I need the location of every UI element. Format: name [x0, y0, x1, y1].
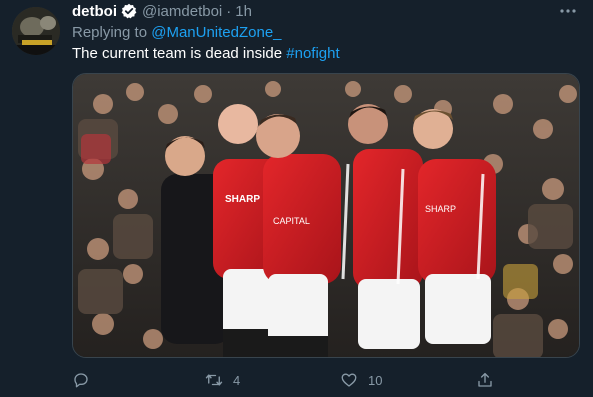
heart-icon	[341, 373, 357, 387]
more-options-icon[interactable]	[556, 2, 580, 20]
share-icon	[478, 372, 492, 387]
reply-icon	[74, 373, 88, 388]
tweet-photo[interactable]: CAPITAL SHARP SHARP	[72, 73, 580, 358]
retweet-button[interactable]: 4	[205, 368, 240, 392]
retweet-count: 4	[233, 372, 241, 388]
reply-button[interactable]	[72, 368, 100, 392]
user-handle[interactable]: @iamdetboi	[142, 3, 222, 20]
reply-mention-link[interactable]: @ManUnitedZone_	[151, 24, 281, 41]
share-button[interactable]	[476, 368, 494, 392]
separator-dot: ·	[226, 2, 232, 20]
tweet[interactable]: detboi @iamdetboi · 1h Replying to @ManU…	[0, 0, 593, 397]
display-name[interactable]: detboi	[72, 3, 117, 20]
shirt-sponsor-text-3: SHARP	[225, 194, 260, 205]
like-count: 10	[368, 372, 383, 388]
tweet-actions: 4 10	[72, 368, 502, 392]
tweet-body: The current team is dead inside	[72, 45, 287, 62]
retweet-icon	[205, 374, 223, 386]
avatar[interactable]	[12, 7, 60, 55]
tweet-time[interactable]: 1h	[235, 3, 252, 20]
tweet-header: detboi @iamdetboi · 1h	[72, 1, 252, 21]
shirt-sponsor-text: CAPITAL	[273, 216, 310, 226]
verified-badge-icon	[121, 3, 137, 19]
replying-to-label: Replying to	[72, 24, 152, 41]
tweet-text: The current team is dead inside #nofight	[72, 45, 340, 62]
shirt-sponsor-text-2: SHARP	[425, 204, 456, 214]
hashtag-link[interactable]: #nofight	[286, 45, 339, 62]
replying-to: Replying to @ManUnitedZone_	[72, 24, 282, 41]
like-button[interactable]: 10	[340, 368, 382, 392]
